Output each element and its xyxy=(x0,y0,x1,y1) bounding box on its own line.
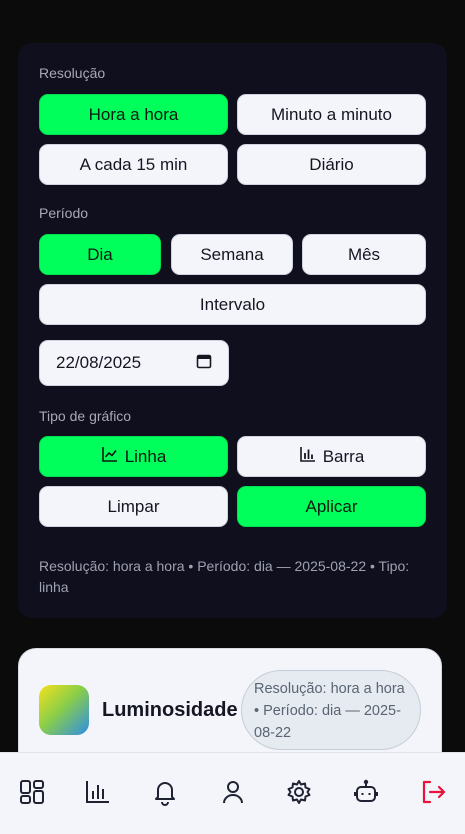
date-input[interactable]: 22/08/2025 xyxy=(39,340,229,386)
calendar-icon[interactable] xyxy=(196,353,212,374)
bell-icon[interactable] xyxy=(150,777,180,807)
bar-chart-icon xyxy=(299,445,317,468)
luminosity-icon xyxy=(39,685,89,735)
gear-icon[interactable] xyxy=(284,777,314,807)
period-month-button[interactable]: Mês xyxy=(302,234,426,275)
card-title: Luminosidade xyxy=(102,699,238,721)
filter-summary: Resolução: hora a hora • Período: dia — … xyxy=(39,558,410,595)
resolution-minute-button[interactable]: Minuto a minuto xyxy=(237,94,426,135)
robot-icon[interactable] xyxy=(351,777,381,807)
chart-type-bar-label: Barra xyxy=(322,446,365,466)
card-status-badge: Resolução: hora a hora • Período: dia — … xyxy=(241,670,421,750)
bottom-nav xyxy=(0,752,465,834)
filter-panel: Resolução Hora a hora Minuto a minuto A … xyxy=(18,43,447,618)
resolution-label: Resolução xyxy=(39,65,106,81)
logout-icon[interactable] xyxy=(418,777,448,807)
chart-type-label: Tipo de gráfico xyxy=(39,408,132,424)
chart-type-line-label: Linha xyxy=(124,446,167,466)
period-range-button[interactable]: Intervalo xyxy=(39,284,426,325)
chart-type-bar-button[interactable]: Barra xyxy=(237,436,426,477)
resolution-15min-button[interactable]: A cada 15 min xyxy=(39,144,228,185)
apply-button[interactable]: Aplicar xyxy=(237,486,426,527)
period-week-button[interactable]: Semana xyxy=(171,234,293,275)
line-chart-icon xyxy=(101,445,119,468)
dashboard-icon[interactable] xyxy=(17,777,47,807)
resolution-daily-button[interactable]: Diário xyxy=(237,144,426,185)
chart-icon[interactable] xyxy=(83,777,113,807)
chart-type-line-button[interactable]: Linha xyxy=(39,436,228,477)
date-value: 22/08/2025 xyxy=(56,353,142,372)
user-icon[interactable] xyxy=(218,777,248,807)
clear-button[interactable]: Limpar xyxy=(39,486,228,527)
resolution-hourly-button[interactable]: Hora a hora xyxy=(39,94,228,135)
period-label: Período xyxy=(39,205,89,221)
period-day-button[interactable]: Dia xyxy=(39,234,161,275)
